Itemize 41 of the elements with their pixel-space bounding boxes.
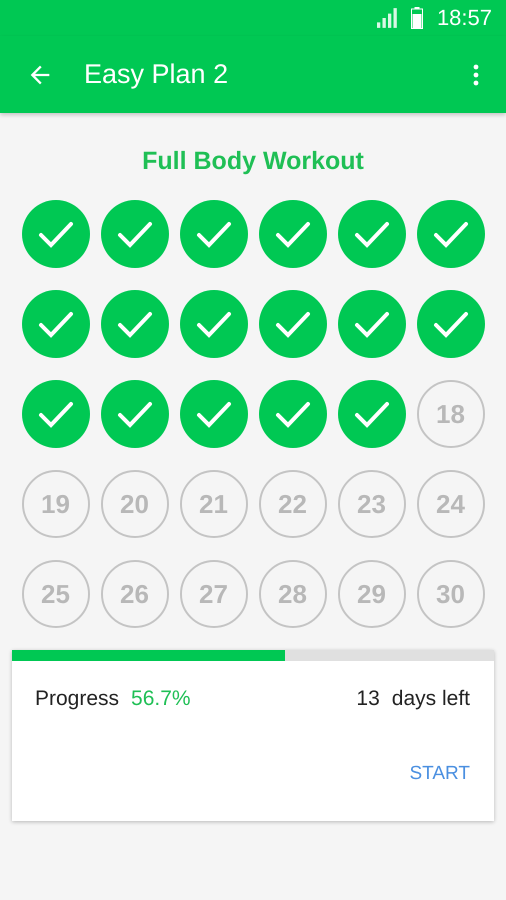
day-circle[interactable]: 21 [180,470,248,538]
day-circle[interactable]: 25 [22,560,90,628]
completed-day-check-icon[interactable] [258,200,326,268]
completed-day-check-icon[interactable] [100,290,168,358]
progress-value: 56.7% [131,687,191,711]
status-time: 18:57 [436,5,492,31]
completed-day-check-icon[interactable] [100,200,168,268]
day-circle[interactable]: 22 [258,470,326,538]
app-title: Easy Plan 2 [84,59,230,90]
completed-day-check-icon[interactable] [180,380,248,448]
days-left-count: 13 [356,687,380,711]
completed-day-check-icon[interactable] [22,290,90,358]
completed-day-check-icon[interactable] [338,200,406,268]
days-left-label: days left [392,687,470,711]
completed-day-check-icon[interactable] [338,380,406,448]
start-button[interactable]: START [401,755,478,793]
completed-day-check-icon[interactable] [22,200,90,268]
day-circle[interactable]: 18 [416,380,484,448]
signal-icon [376,8,399,28]
completed-day-check-icon[interactable] [338,290,406,358]
day-circle[interactable]: 23 [338,470,406,538]
day-circle[interactable]: 19 [22,470,90,538]
day-circle[interactable]: 20 [100,470,168,538]
completed-day-check-icon[interactable] [258,380,326,448]
completed-day-check-icon[interactable] [416,290,484,358]
completed-day-check-icon[interactable] [100,380,168,448]
battery-icon [410,7,423,29]
completed-day-check-icon[interactable] [22,380,90,448]
completed-day-check-icon[interactable] [180,200,248,268]
day-circle[interactable]: 26 [100,560,168,628]
completed-day-check-icon[interactable] [416,200,484,268]
workout-title: Full Body Workout [141,147,365,176]
day-circle[interactable]: 30 [416,560,484,628]
completed-day-check-icon[interactable] [180,290,248,358]
day-circle[interactable]: 27 [180,560,248,628]
day-circle[interactable]: 24 [416,470,484,538]
day-circle[interactable]: 28 [258,560,326,628]
day-circle[interactable]: 29 [338,560,406,628]
more-menu-icon[interactable] [472,62,480,86]
completed-day-check-icon[interactable] [258,290,326,358]
progress-label: Progress [35,687,120,711]
